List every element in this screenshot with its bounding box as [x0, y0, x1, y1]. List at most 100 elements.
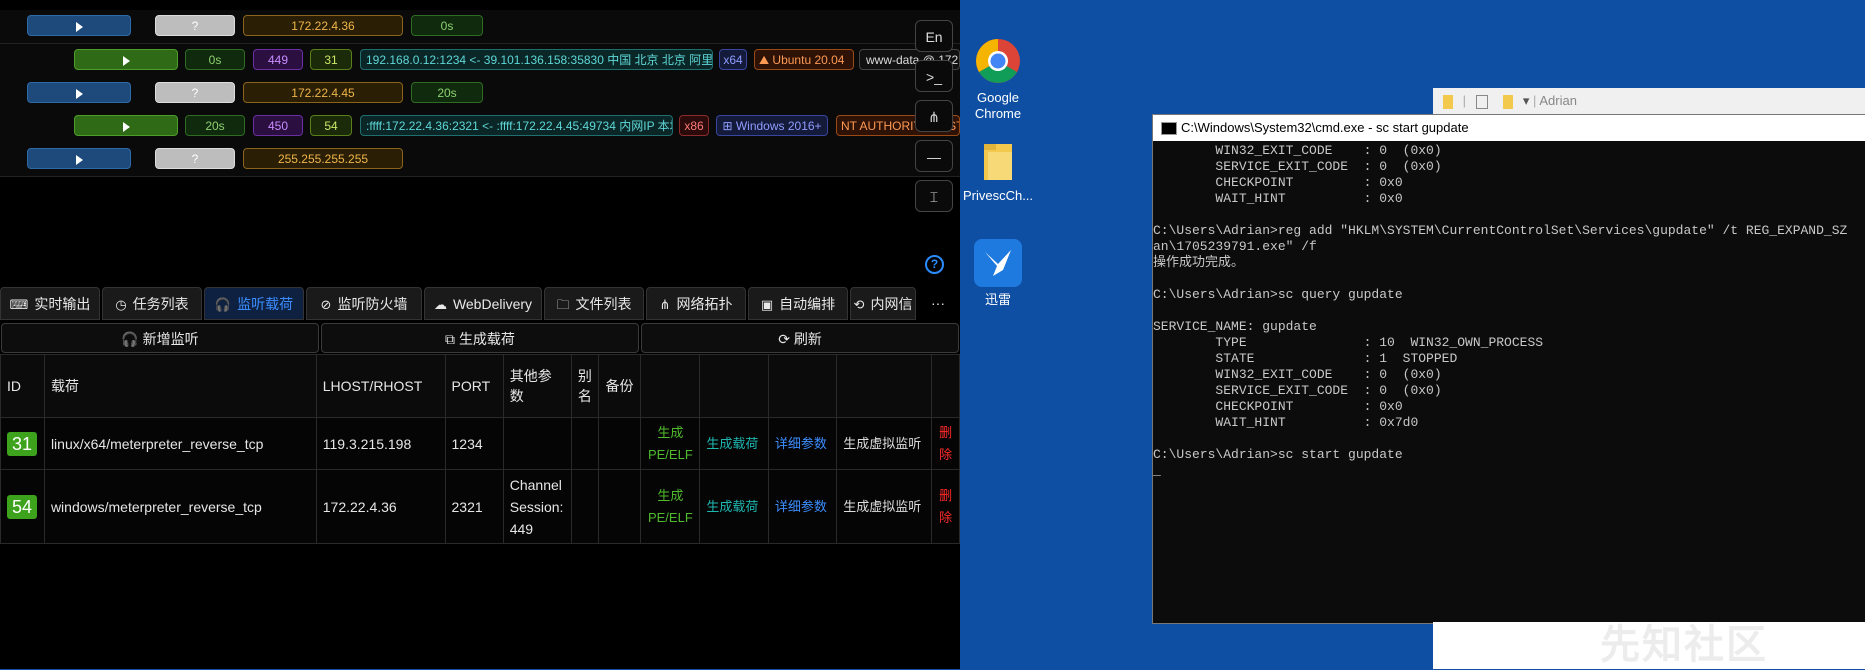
folder-shortcut[interactable]: PrivescCh...: [962, 140, 1034, 204]
host-row[interactable]: ? 172.22.4.45 20s: [0, 77, 960, 111]
host-status-badge: ?: [155, 148, 235, 169]
language-button[interactable]: En: [915, 20, 953, 52]
keyboard-icon: ⌨: [9, 297, 29, 312]
expand-button[interactable]: [27, 82, 131, 103]
col-port: PORT: [444, 354, 504, 418]
table-row[interactable]: 31 linux/x64/meterpreter_reverse_tcp 119…: [0, 417, 960, 470]
connection-info: 192.168.0.12:1234 <- 39.101.136.158:3583…: [360, 49, 713, 70]
host-ip[interactable]: 255.255.255.255: [243, 148, 403, 169]
lhost-cell: 172.22.4.36: [315, 469, 446, 544]
topology-icon[interactable]: ⋔: [915, 100, 953, 132]
expand-button[interactable]: [74, 115, 178, 136]
cloud-icon: ☁: [433, 297, 447, 312]
generate-payload-link[interactable]: 生成载荷: [706, 496, 758, 518]
dropdown-icon: ▾: [1522, 93, 1530, 108]
refresh-button[interactable]: ⟳ 刷新: [641, 323, 959, 353]
tab-intranet-info[interactable]: ⟲ 内网信: [850, 287, 916, 320]
folder-icon: [1443, 94, 1453, 109]
linux-icon: ⛰: [759, 53, 773, 67]
host-row[interactable]: ? 172.22.4.36 0s: [0, 10, 960, 44]
listener-id: 54: [310, 115, 352, 136]
arch-badge: x86: [679, 115, 709, 136]
arch-badge: x64: [719, 49, 747, 70]
cmd-titlebar[interactable]: C:\Windows\System32\cmd.exe - sc start g…: [1153, 115, 1865, 141]
cmd-line: CHECKPOINT : 0x0: [1153, 175, 1403, 190]
col-payload: 载荷: [43, 354, 317, 418]
cmd-window[interactable]: C:\Windows\System32\cmd.exe - sc start g…: [1152, 114, 1865, 624]
xunlei-shortcut[interactable]: 迅雷: [962, 238, 1034, 308]
cmd-line: WIN32_EXIT_CODE : 0 (0x0): [1153, 143, 1442, 158]
generate-payload-button[interactable]: ⧉ 生成载荷: [321, 323, 639, 353]
more-tabs-button[interactable]: ···: [918, 287, 958, 320]
generate-payload-link[interactable]: 生成载荷: [706, 433, 758, 455]
ban-icon: ⊘: [320, 297, 332, 312]
help-icon[interactable]: ?: [925, 255, 944, 274]
session-row[interactable]: 0s 449 31 192.168.0.12:1234 <- 39.101.13…: [0, 44, 960, 78]
tab-realtime-output[interactable]: ⌨ 实时输出: [0, 287, 100, 320]
layout-icon: ▣: [760, 297, 774, 312]
tab-task-list[interactable]: ◷ 任务列表: [102, 287, 202, 320]
details-link[interactable]: 详细参数: [775, 496, 827, 518]
play-icon: [122, 121, 130, 132]
host-ip[interactable]: 172.22.4.36: [243, 15, 403, 36]
delete-link[interactable]: 删除: [938, 422, 953, 466]
xunlei-label: 迅雷: [984, 292, 1011, 307]
expand-button[interactable]: [74, 49, 178, 70]
host-status-badge: ?: [155, 82, 235, 103]
xunlei-icon: [974, 239, 1022, 287]
tab-listener-payload[interactable]: 🎧 监听载荷: [204, 287, 304, 320]
generate-pe-elf-link[interactable]: 生成PE/ELF: [647, 485, 693, 529]
cmd-line: [1153, 207, 1865, 223]
text-cursor-icon[interactable]: ⌶: [915, 180, 953, 212]
table-row[interactable]: 54 windows/meterpreter_reverse_tcp 172.2…: [0, 469, 960, 544]
delete-link[interactable]: 删除: [938, 485, 953, 529]
chrome-label: Google Chrome: [974, 90, 1022, 121]
minimize-icon[interactable]: —: [915, 140, 953, 172]
generate-virtual-listener-link[interactable]: 生成虚拟监听: [843, 496, 921, 518]
cmd-line: WIN32_EXIT_CODE : 0 (0x0): [1153, 367, 1442, 382]
sync-icon: ⟲: [853, 297, 865, 312]
generate-virtual-listener-link[interactable]: 生成虚拟监听: [843, 433, 921, 455]
col-other: 其他参数: [502, 354, 572, 418]
expand-button[interactable]: [27, 15, 131, 36]
session-row[interactable]: 20s 450 54 :ffff:172.22.4.36:2321 <- :ff…: [0, 110, 960, 144]
cmd-line: [1153, 431, 1865, 447]
col-alias: 别名: [570, 354, 600, 418]
expand-button[interactable]: [27, 148, 131, 169]
checkbox-icon: [1475, 94, 1488, 109]
cmd-output[interactable]: WIN32_EXIT_CODE : 0 (0x0) SERVICE_EXIT_C…: [1153, 141, 1865, 621]
cmd-line: [1153, 271, 1865, 287]
tab-file-list[interactable]: 🗀 文件列表: [544, 287, 644, 320]
tab-network-topology[interactable]: ⋔ 网络拓扑: [646, 287, 746, 320]
cmd-line: SERVICE_EXIT_CODE : 0 (0x0): [1153, 159, 1442, 174]
host-row[interactable]: ? 255.255.255.255: [0, 143, 960, 177]
host-ip[interactable]: 172.22.4.45: [243, 82, 403, 103]
cmd-line: SERVICE_NAME: gupdate: [1153, 319, 1317, 334]
play-icon: [75, 154, 83, 165]
cmd-line: TYPE : 10 WIN32_OWN_PROCESS: [1153, 335, 1544, 350]
play-icon: [122, 55, 130, 66]
cmd-line: C:\Users\Adrian>sc query gupdate: [1153, 287, 1403, 302]
new-listener-button[interactable]: 🎧 新增监听: [1, 323, 319, 353]
host-status-badge: ?: [155, 15, 235, 36]
folder-icon: 🗀: [556, 297, 570, 312]
refresh-icon: ⟳: [778, 331, 794, 347]
chrome-shortcut[interactable]: Google Chrome: [962, 36, 1034, 122]
play-icon: [75, 21, 83, 32]
id-badge: 54: [7, 494, 37, 519]
tab-listener-firewall[interactable]: ⊘ 监听防火墙: [306, 287, 422, 320]
headphones-icon: 🎧: [214, 297, 232, 312]
cmd-line: WAIT_HINT : 0x7d0: [1153, 415, 1419, 430]
details-link[interactable]: 详细参数: [775, 433, 827, 455]
explorer-titlebar[interactable]: | ▾ | Adrian: [1433, 88, 1865, 115]
session-id: 450: [253, 115, 303, 136]
listener-table: ID 载荷 LHOST/RHOST PORT 其他参数 别名 备份 31 lin…: [0, 354, 960, 544]
id-badge: 31: [7, 431, 37, 456]
tab-auto-orchestration[interactable]: ▣ 自动编排: [748, 287, 848, 320]
cmd-icon: [1161, 122, 1177, 135]
listener-id: 31: [310, 49, 352, 70]
terminal-icon[interactable]: >_: [915, 60, 953, 92]
col-lhost: LHOST/RHOST: [315, 354, 446, 418]
tab-webdelivery[interactable]: ☁ WebDelivery: [424, 287, 542, 320]
generate-pe-elf-link[interactable]: 生成PE/ELF: [647, 422, 693, 466]
